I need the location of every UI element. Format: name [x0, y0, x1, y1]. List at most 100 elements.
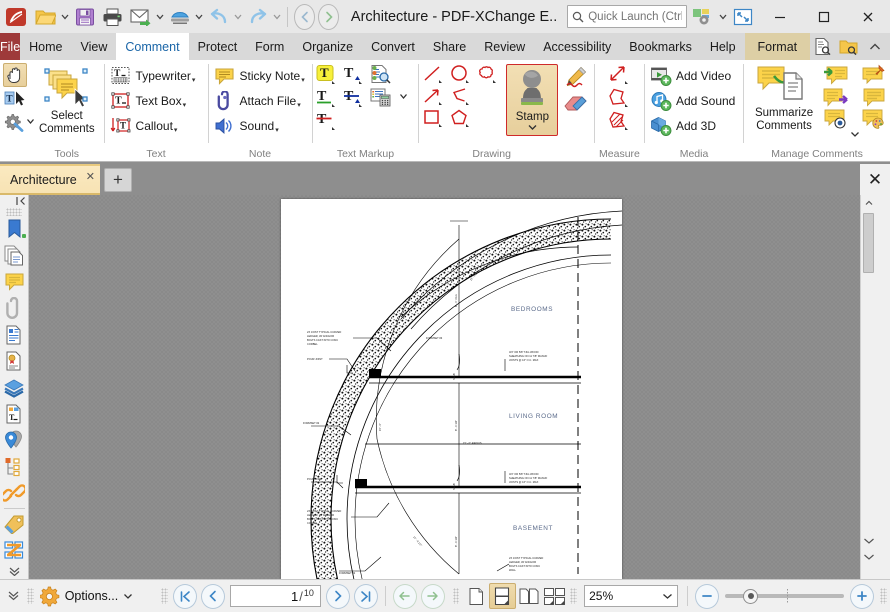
- comments-list-button[interactable]: [369, 87, 393, 108]
- tab-accessibility[interactable]: Accessibility: [534, 33, 620, 60]
- sound-caret-icon[interactable]: ▾: [275, 126, 279, 136]
- tab-convert[interactable]: Convert: [362, 33, 424, 60]
- strikeout-text-button[interactable]: T: [315, 110, 337, 131]
- close-icon[interactable]: ✕: [86, 170, 95, 183]
- undo-button[interactable]: [205, 3, 233, 31]
- document-view[interactable]: BEDROOMS LIVING ROOM BASEMENT 2X JOIST T…: [29, 195, 875, 579]
- new-tab-button[interactable]: +: [104, 168, 132, 192]
- comment-styles-palette-button[interactable]: [861, 108, 887, 129]
- quick-launch-container[interactable]: [567, 5, 687, 28]
- minimize-button[interactable]: [758, 0, 802, 33]
- chevron-down-icon[interactable]: [662, 587, 673, 605]
- panel-signatures[interactable]: [0, 348, 29, 374]
- email-caret-icon[interactable]: [155, 3, 166, 31]
- text-markup-more-caret-icon[interactable]: [399, 93, 408, 102]
- sticky-note-button[interactable]: Sticky Note ▾: [212, 65, 307, 87]
- back-view-button[interactable]: [393, 584, 417, 609]
- last-page-button[interactable]: [354, 584, 378, 609]
- scrollbar-thumb[interactable]: [863, 213, 874, 273]
- tab-home[interactable]: Home: [20, 33, 71, 60]
- folder-search-icon[interactable]: [836, 34, 862, 60]
- arrow-tool-button[interactable]: [422, 86, 444, 106]
- stamp-button[interactable]: Stamp: [506, 64, 558, 136]
- manage-comments-more-caret-icon[interactable]: [850, 131, 860, 147]
- perimeter-tool-button[interactable]: [607, 87, 631, 108]
- panel-destinations[interactable]: [0, 427, 29, 453]
- add-video-button[interactable]: Add Video: [648, 65, 733, 87]
- redo-caret-icon[interactable]: [272, 3, 283, 31]
- eraser-tool-button[interactable]: [564, 94, 590, 114]
- sticky-note-caret-icon[interactable]: ▾: [301, 76, 305, 86]
- previous-page-button[interactable]: [201, 584, 225, 609]
- panel-optimizer[interactable]: [0, 538, 29, 564]
- customize-toolbar-icon[interactable]: [687, 2, 717, 32]
- import-comments-button[interactable]: [823, 64, 849, 85]
- select-text-tool-button[interactable]: T: [3, 89, 27, 110]
- tab-protect[interactable]: Protect: [189, 33, 247, 60]
- scroll-up-icon[interactable]: [861, 195, 875, 210]
- maximize-button[interactable]: [802, 0, 846, 33]
- pencil-tool-button[interactable]: [564, 66, 590, 88]
- summarize-comments-button[interactable]: Summarize Comments: [747, 63, 821, 133]
- page-number-input[interactable]: 1 / 10: [230, 585, 321, 607]
- undo-caret-icon[interactable]: [233, 3, 244, 31]
- insert-text-button[interactable]: T: [342, 64, 364, 85]
- zoom-in-button[interactable]: [850, 584, 874, 609]
- panel-stamps[interactable]: [0, 511, 29, 537]
- layout-continuous-button[interactable]: [489, 583, 516, 609]
- distance-tool-button[interactable]: [607, 64, 631, 85]
- tool-options-button[interactable]: [3, 112, 25, 133]
- sound-button[interactable]: Sound ▾: [212, 115, 281, 137]
- tab-format[interactable]: Format: [745, 33, 811, 60]
- panel-layers[interactable]: [0, 374, 29, 400]
- statusbar-grip-end[interactable]: [880, 588, 887, 604]
- underline-text-button[interactable]: T: [315, 87, 337, 108]
- tab-help[interactable]: Help: [701, 33, 745, 60]
- panel-comments[interactable]: [0, 269, 29, 295]
- flatten-comments-button[interactable]: [861, 64, 887, 85]
- add-sound-button[interactable]: Add Sound: [648, 90, 737, 112]
- panel-model-tree[interactable]: [0, 454, 29, 480]
- polygon-tool-button[interactable]: [449, 108, 471, 128]
- layout-single-page-button[interactable]: [462, 583, 489, 609]
- zoom-slider-handle[interactable]: [743, 589, 758, 604]
- export-comments-button[interactable]: [823, 86, 849, 107]
- layout-two-page-continuous-button[interactable]: [543, 583, 568, 609]
- attach-file-button[interactable]: Attach File ▾: [212, 90, 303, 112]
- text-box-caret-icon[interactable]: ▾: [183, 101, 187, 111]
- open-file-button[interactable]: [32, 3, 60, 31]
- print-button[interactable]: [99, 3, 127, 31]
- rail-grip[interactable]: [6, 208, 22, 216]
- comment-styles-button[interactable]: [369, 64, 393, 85]
- vertical-scrollbar[interactable]: [860, 195, 875, 579]
- zoom-level-select[interactable]: 25%: [584, 585, 678, 607]
- replace-text-button[interactable]: T: [342, 87, 364, 108]
- next-page-button[interactable]: [326, 584, 350, 609]
- forward-navigation-button[interactable]: [318, 4, 339, 30]
- tab-file[interactable]: File: [0, 33, 20, 60]
- polyline-tool-button[interactable]: [449, 86, 471, 106]
- pdf-page[interactable]: BEDROOMS LIVING ROOM BASEMENT 2X JOIST T…: [281, 199, 622, 579]
- tab-form[interactable]: Form: [246, 33, 293, 60]
- tab-share[interactable]: Share: [424, 33, 475, 60]
- close-document-button[interactable]: ✕: [860, 164, 890, 195]
- callout-caret-icon[interactable]: ▾: [174, 126, 178, 136]
- tab-comment[interactable]: Comment: [116, 33, 188, 60]
- select-comments-button[interactable]: Select Comments: [35, 65, 99, 137]
- tab-organize[interactable]: Organize: [293, 33, 362, 60]
- collapse-ribbon-icon[interactable]: [862, 34, 888, 60]
- scan-caret-icon[interactable]: [194, 3, 205, 31]
- delete-comments-button[interactable]: [861, 86, 887, 107]
- open-file-caret-icon[interactable]: [60, 3, 71, 31]
- customize-toolbar-caret-icon[interactable]: [717, 3, 728, 31]
- cloud-tool-button[interactable]: [476, 64, 498, 84]
- email-button[interactable]: [127, 3, 155, 31]
- rectangle-tool-button[interactable]: [422, 108, 444, 128]
- forward-view-button[interactable]: [421, 584, 445, 609]
- tab-review[interactable]: Review: [475, 33, 534, 60]
- statusbar-grip-zoom[interactable]: [570, 588, 577, 604]
- hand-tool-button[interactable]: [3, 63, 27, 87]
- document-tab-architecture[interactable]: Architecture ✕: [0, 164, 100, 195]
- panel-attachments[interactable]: [0, 295, 29, 321]
- scroll-next-page-icon[interactable]: [861, 550, 875, 565]
